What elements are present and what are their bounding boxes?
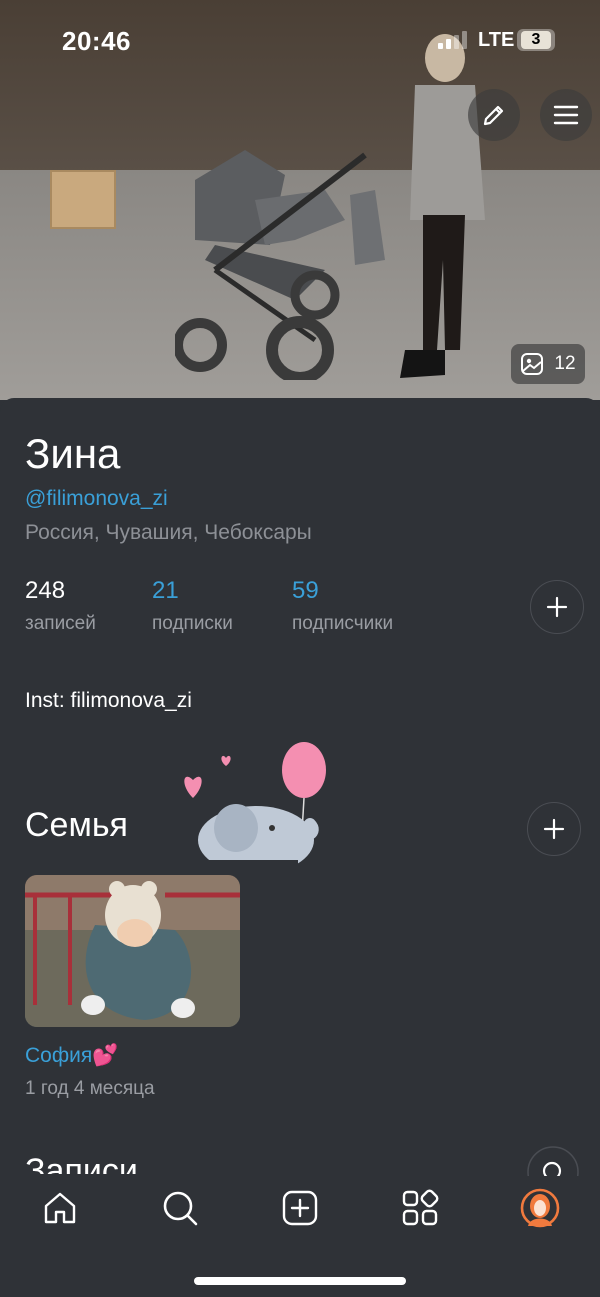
cover-stroller bbox=[175, 150, 385, 380]
status-time: 20:46 bbox=[62, 26, 131, 56]
nav-search[interactable] bbox=[160, 1188, 200, 1228]
stat-followers-value: 59 bbox=[292, 577, 319, 604]
profile-avatar-icon bbox=[520, 1188, 560, 1228]
profile-name: Зина bbox=[25, 430, 121, 477]
status-bar: 20:46 LTE 3 bbox=[0, 0, 600, 80]
menu-icon bbox=[553, 105, 579, 125]
add-family-button[interactable] bbox=[527, 802, 581, 856]
nav-services[interactable] bbox=[400, 1188, 440, 1228]
stat-followers[interactable]: 59 подписчики bbox=[292, 577, 393, 635]
home-icon bbox=[44, 1192, 76, 1224]
profile-bio: Inst: filimonova_zi bbox=[25, 689, 192, 712]
stat-posts-value: 248 bbox=[25, 577, 66, 604]
plus-icon bbox=[543, 818, 565, 840]
stat-following-value: 21 bbox=[152, 577, 179, 604]
elephant-sticker bbox=[184, 742, 326, 875]
nav-home[interactable] bbox=[40, 1188, 80, 1228]
photo-count: 12 bbox=[554, 353, 576, 374]
plus-icon bbox=[546, 596, 568, 618]
network-type: LTE bbox=[478, 29, 515, 51]
cover-person bbox=[400, 34, 485, 378]
family-member-name[interactable]: София💕 bbox=[25, 1044, 118, 1068]
child-photo-illustration bbox=[25, 875, 240, 1027]
battery-icon: 3 bbox=[517, 29, 555, 51]
battery-level: 3 bbox=[521, 31, 551, 49]
family-member-photo[interactable] bbox=[25, 875, 240, 1027]
signal-icon bbox=[438, 31, 467, 49]
nav-profile[interactable] bbox=[520, 1188, 560, 1228]
edit-profile-button[interactable] bbox=[468, 89, 520, 141]
nav-add-post[interactable] bbox=[280, 1188, 320, 1228]
home-indicator bbox=[194, 1277, 406, 1285]
image-icon bbox=[521, 353, 544, 375]
pencil-icon bbox=[483, 105, 504, 126]
profile-location: Россия, Чувашия, Чебоксары bbox=[25, 521, 312, 544]
services-icon bbox=[402, 1189, 439, 1226]
cover-photos-button[interactable]: 12 bbox=[511, 344, 585, 384]
search-icon bbox=[527, 1146, 579, 1176]
family-member-age: 1 год 4 месяца bbox=[25, 1078, 155, 1099]
search-icon bbox=[163, 1191, 198, 1226]
posts-search-button[interactable] bbox=[527, 1146, 579, 1176]
stat-followers-label: подписчики bbox=[292, 613, 394, 634]
add-post-icon bbox=[282, 1190, 318, 1226]
stat-posts-label: записей bbox=[25, 613, 96, 634]
menu-button[interactable] bbox=[540, 89, 592, 141]
stat-following[interactable]: 21 подписки bbox=[152, 577, 233, 635]
stat-following-label: подписки bbox=[152, 613, 233, 634]
stat-posts[interactable]: 248 записей bbox=[25, 577, 96, 635]
cover-planter bbox=[50, 170, 116, 229]
profile-handle[interactable]: @filimonova_zi bbox=[25, 487, 168, 511]
family-section-title: Семья bbox=[25, 806, 128, 844]
add-friend-button[interactable] bbox=[530, 580, 584, 634]
posts-section-title: Записи bbox=[25, 1152, 138, 1174]
